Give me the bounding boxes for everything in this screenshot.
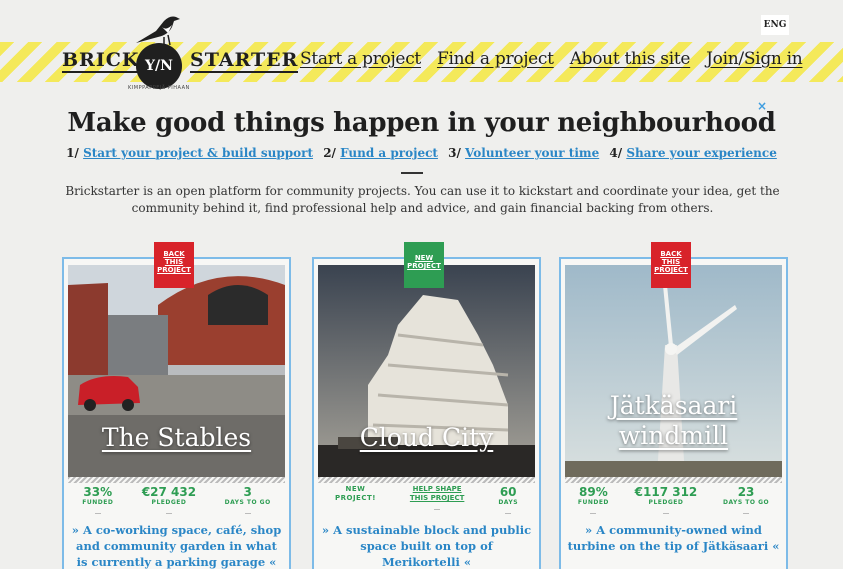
logo-word-left: BRICK: [62, 49, 140, 73]
stat-value: 23: [737, 485, 755, 499]
badge-line: PROJECT: [654, 266, 688, 274]
badge-line: PROJECT: [407, 262, 441, 270]
steps: 1/ Start your project & build support 2/…: [0, 146, 843, 160]
project-photo: The Stables: [68, 265, 285, 477]
badge-line: BACK: [660, 250, 682, 258]
project-card-cloud-city[interactable]: Cloud City NEW PROJECT NEW PROJECT! HELP…: [312, 242, 541, 569]
stat-value: 3: [243, 485, 252, 499]
stat-label: NEW: [345, 485, 366, 493]
back-project-badge[interactable]: BACK THIS PROJECT: [154, 242, 194, 288]
stat-label: DAYS TO GO: [722, 499, 770, 506]
magpie-icon: [136, 16, 180, 46]
stat-funded: 89% FUNDED: [578, 485, 609, 514]
title-line: windmill: [618, 421, 729, 450]
nav-start-project[interactable]: Start a project: [300, 49, 421, 69]
step-number: 4/: [609, 146, 623, 160]
main-nav: Start a project Find a project About thi…: [300, 49, 803, 69]
project-stats: 33% FUNDED €27 432 PLEDGED 3 DAYS TO GO: [68, 485, 285, 514]
project-photo: Cloud City: [318, 265, 535, 477]
stat-label: PLEDGED: [648, 499, 684, 506]
badge-line: THIS: [164, 258, 184, 266]
step-fund-project-link[interactable]: Fund a project: [340, 146, 438, 160]
stat-label: DAYS TO GO: [224, 499, 271, 506]
stat-value: €27 432: [141, 485, 197, 499]
project-title[interactable]: The Stables: [68, 423, 285, 453]
badge-line: NEW: [414, 254, 434, 262]
stat-pledged: €117 312 PLEDGED: [634, 485, 698, 514]
step-start-project-link[interactable]: Start your project & build support: [83, 146, 313, 160]
stat-label: PROJECT!: [334, 494, 376, 502]
logo-word-right: STARTER: [190, 49, 299, 73]
hatch-divider: [565, 477, 782, 483]
project-description[interactable]: » A sustainable block and public space b…: [320, 522, 533, 569]
logo[interactable]: BRICK Y/N STARTER KIMPPAPPEJÄ PIHAAN: [58, 13, 299, 91]
stat-pledged: €27 432 PLEDGED: [142, 485, 196, 514]
stat-funded: 33% FUNDED: [82, 485, 113, 514]
step-number: 3/: [448, 146, 461, 160]
stat-label: DAYS: [498, 499, 519, 506]
project-photo: Jätkäsaari windmill: [565, 265, 782, 477]
stat-value: 60: [499, 485, 517, 499]
project-stats: NEW PROJECT! HELP SHAPE THIS PROJECT 60 D…: [318, 485, 535, 514]
project-title[interactable]: Cloud City: [318, 423, 535, 453]
hatch-divider: [318, 477, 535, 483]
badge-line: PROJECT: [157, 266, 191, 274]
nav-about[interactable]: About this site: [570, 49, 691, 69]
back-project-badge[interactable]: BACK THIS PROJECT: [651, 242, 691, 288]
nav-join-sign-in[interactable]: Join/Sign in: [706, 49, 803, 69]
hatch-divider: [68, 477, 285, 483]
stat-label: PLEDGED: [151, 499, 187, 506]
logo-circle: Y/N: [136, 43, 182, 89]
project-description[interactable]: » A co-working space, café, shop and com…: [70, 522, 283, 569]
stat-days: 60 DAYS: [498, 485, 518, 514]
intro-text: Brickstarter is an open platform for com…: [65, 184, 780, 215]
title-line: Jätkäsaari: [609, 391, 738, 420]
project-description[interactable]: » A community-owned wind turbine on the …: [567, 522, 780, 554]
step-number: 1/: [66, 146, 79, 160]
new-project-label: NEW PROJECT!: [335, 485, 376, 514]
language-switch[interactable]: ENG: [761, 15, 789, 35]
project-card-windmill[interactable]: Jätkäsaari windmill BACK THIS PROJECT 89…: [559, 242, 788, 569]
help-line: HELP SHAPE: [412, 485, 462, 493]
stat-days: 3 DAYS TO GO: [225, 485, 271, 514]
stat-label: FUNDED: [577, 499, 609, 506]
help-shape-link[interactable]: HELP SHAPE THIS PROJECT: [409, 485, 465, 514]
stat-days: 23 DAYS TO GO: [723, 485, 769, 514]
stat-value: 89%: [579, 485, 608, 499]
step-share-link[interactable]: Share your experience: [626, 146, 777, 160]
badge-line: BACK: [163, 250, 185, 258]
nav-find-project[interactable]: Find a project: [437, 49, 554, 69]
project-card-stables[interactable]: The Stables BACK THIS PROJECT 33% FUNDED …: [62, 242, 291, 569]
divider: [401, 172, 423, 174]
project-title[interactable]: Jätkäsaari windmill: [565, 391, 782, 451]
step-volunteer-link[interactable]: Volunteer your time: [465, 146, 599, 160]
stat-value: 33%: [83, 485, 113, 499]
badge-line: THIS: [661, 258, 681, 266]
project-stats: 89% FUNDED €117 312 PLEDGED 23 DAYS TO GO: [565, 485, 782, 514]
page-title: Make good things happen in your neighbou…: [67, 108, 776, 138]
stat-label: FUNDED: [82, 499, 114, 506]
stat-value: €117 312: [634, 485, 698, 499]
help-line: THIS PROJECT: [409, 494, 465, 502]
step-number: 2/: [323, 146, 336, 160]
new-project-badge[interactable]: NEW PROJECT: [404, 242, 444, 288]
logo-tagline: KIMPPAPPEJÄ PIHAAN: [128, 85, 190, 91]
